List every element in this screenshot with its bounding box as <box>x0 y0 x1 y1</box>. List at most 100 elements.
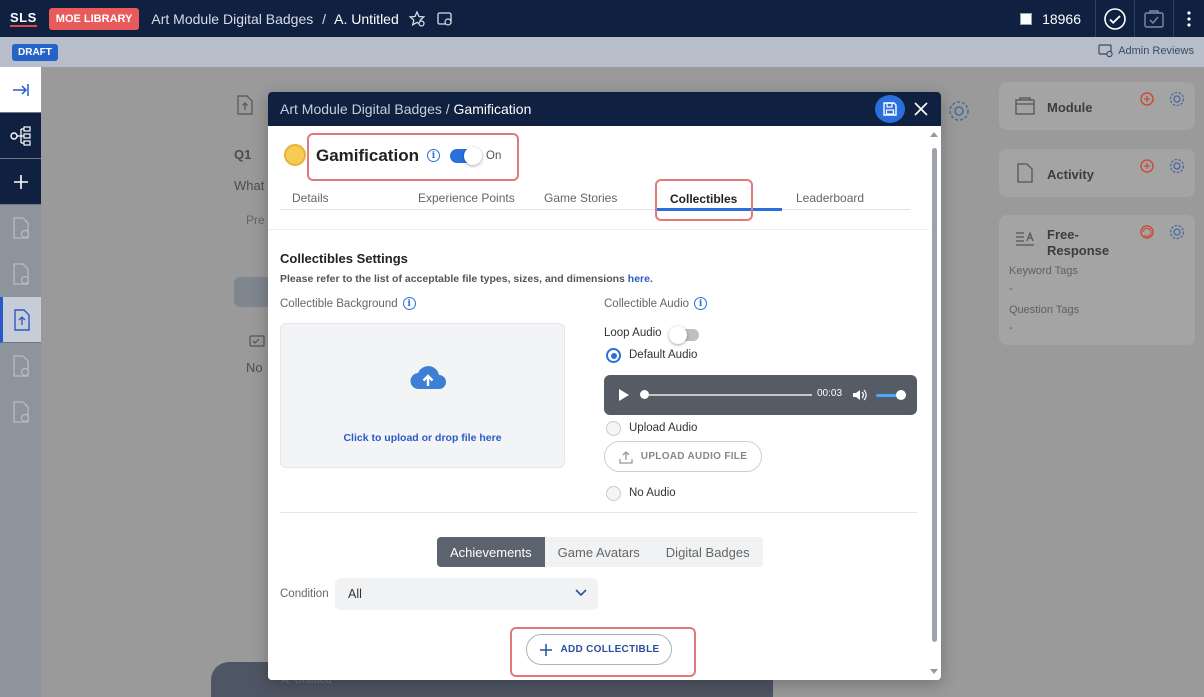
scrollbar-thumb[interactable] <box>932 148 937 642</box>
gamification-toggle[interactable] <box>450 147 482 165</box>
reset-icon[interactable] <box>1139 158 1155 174</box>
add-collectible-button[interactable]: ADD COLLECTIBLE <box>526 634 672 665</box>
gear-icon[interactable] <box>1169 158 1185 174</box>
add-component-button[interactable] <box>0 159 41 205</box>
segment-game-avatars[interactable]: Game Avatars <box>545 537 653 567</box>
background-label-text: Collectible Background <box>280 297 398 310</box>
more-options-icon[interactable] <box>1174 0 1204 37</box>
loop-audio-label: Loop Audio <box>604 327 662 339</box>
preview-icon[interactable] <box>435 9 455 29</box>
add-collectible-label: ADD COLLECTIBLE <box>560 644 660 655</box>
tab-experience-points[interactable]: Experience Points <box>418 191 515 205</box>
toggle-knob <box>464 147 482 165</box>
collectible-type-switcher: Achievements Game Avatars Digital Badges <box>437 537 763 567</box>
info-icon[interactable]: i <box>427 149 440 162</box>
file-types-note: Please refer to the list of acceptable f… <box>280 273 653 285</box>
question-text: What <box>234 178 265 193</box>
rail-page-5[interactable] <box>0 389 41 435</box>
collectible-background-label: Collectible Background i <box>280 297 416 310</box>
admin-reviews-label: Admin Reviews <box>1118 45 1194 57</box>
loop-audio-toggle[interactable] <box>669 326 699 344</box>
keyword-tags-value: - <box>1009 283 1013 295</box>
rail-page-4[interactable] <box>0 343 41 389</box>
modal-breadcrumb-separator: / <box>441 101 454 117</box>
modal-breadcrumb-module[interactable]: Art Module Digital Badges <box>280 101 442 117</box>
audio-progress-handle[interactable] <box>640 390 649 399</box>
audio-time: 00:03 <box>817 388 843 399</box>
lesson-map-button[interactable] <box>0 113 41 159</box>
left-rail <box>0 67 41 697</box>
condition-select[interactable]: All <box>335 578 598 610</box>
submit-check-button[interactable] <box>1096 0 1134 37</box>
cloud-upload-icon <box>410 366 446 390</box>
tab-game-stories[interactable]: Game Stories <box>544 191 617 205</box>
module-card[interactable]: Module <box>999 82 1195 130</box>
modal-header: Art Module Digital Badges / Gamification <box>268 92 941 126</box>
activity-card[interactable]: Activity <box>999 149 1195 197</box>
toggle-state-label: On <box>486 150 502 162</box>
upload-file-icon <box>237 95 253 115</box>
play-icon[interactable] <box>618 388 630 402</box>
segment-achievements[interactable]: Achievements <box>437 537 545 567</box>
breadcrumb-separator: / <box>322 10 327 27</box>
question-tags-value: - <box>1009 322 1013 334</box>
assign-button[interactable] <box>1135 0 1173 37</box>
upload-audio-file-button[interactable]: UPLOAD AUDIO FILE <box>604 441 762 472</box>
background-upload-dropzone[interactable]: Click to upload or drop file here <box>280 323 565 468</box>
close-button[interactable] <box>911 99 931 119</box>
question-label: Q1 <box>234 147 252 162</box>
settings-gear-icon[interactable] <box>947 99 971 123</box>
module-icon <box>1015 97 1035 115</box>
top-bar: SLS MOE LIBRARY Art Module Digital Badge… <box>0 0 1204 37</box>
collectibles-tab-highlight <box>655 179 753 221</box>
info-icon[interactable]: i <box>402 297 416 310</box>
scroll-down-icon[interactable] <box>930 669 938 674</box>
activity-icon <box>1017 163 1033 183</box>
condition-value: All <box>348 587 362 601</box>
gear-icon[interactable] <box>1169 91 1185 107</box>
modal-title-area: Gamification i On Details Experience Poi… <box>268 126 929 230</box>
rail-page-1[interactable] <box>0 205 41 251</box>
reset-icon[interactable] <box>1139 91 1155 107</box>
scroll-up-icon[interactable] <box>930 132 938 137</box>
star-settings-icon[interactable] <box>407 9 427 29</box>
volume-handle[interactable] <box>896 390 906 400</box>
moe-library-badge: MOE LIBRARY <box>48 7 140 30</box>
sls-logo[interactable]: SLS <box>10 10 37 27</box>
tab-details[interactable]: Details <box>292 191 329 205</box>
upload-audio-file-label: UPLOAD AUDIO FILE <box>640 451 748 462</box>
save-button[interactable] <box>875 95 905 123</box>
gear-icon[interactable] <box>1169 224 1185 240</box>
question-hint: Pre <box>246 213 265 227</box>
default-audio-radio[interactable] <box>606 348 621 363</box>
segment-digital-badges[interactable]: Digital Badges <box>653 537 763 567</box>
breadcrumb-module[interactable]: Art Module Digital Badges <box>151 11 313 27</box>
tab-leaderboard[interactable]: Leaderboard <box>796 191 864 205</box>
section-title: Collectibles Settings <box>280 251 408 266</box>
admin-reviews-link[interactable]: Admin Reviews <box>1098 44 1194 58</box>
upload-instruction: Click to upload or drop file here <box>343 432 502 444</box>
reset-icon[interactable] <box>1139 224 1155 240</box>
free-response-card[interactable]: Free- Response Keyword Tags - Question T… <box>999 215 1195 345</box>
collectible-audio-label: Collectible Audio i <box>604 297 708 310</box>
free-response-title: Free- Response <box>1047 227 1110 258</box>
upload-audio-radio[interactable] <box>606 421 621 436</box>
rail-page-3-active[interactable] <box>0 297 41 343</box>
question-tags-label: Question Tags <box>1009 304 1080 316</box>
file-types-link[interactable]: here <box>628 273 650 285</box>
condition-label: Condition <box>280 588 329 600</box>
toggle-knob <box>669 326 687 344</box>
no-audio-radio[interactable] <box>606 486 621 501</box>
volume-icon[interactable] <box>852 388 868 402</box>
gamification-badge-icon <box>284 144 306 166</box>
points-display: 18966 <box>1020 11 1081 27</box>
rail-page-2[interactable] <box>0 251 41 297</box>
audio-progress-track[interactable] <box>644 394 812 396</box>
modal-scrollbar[interactable] <box>929 126 939 680</box>
keyword-tags-label: Keyword Tags <box>1009 265 1078 277</box>
collectibles-settings-panel: Collectibles Settings Please refer to th… <box>268 231 929 680</box>
default-audio-label: Default Audio <box>629 349 698 361</box>
info-icon[interactable]: i <box>694 297 708 310</box>
module-title: Module <box>1047 100 1093 115</box>
expand-panel-button[interactable] <box>0 67 41 113</box>
